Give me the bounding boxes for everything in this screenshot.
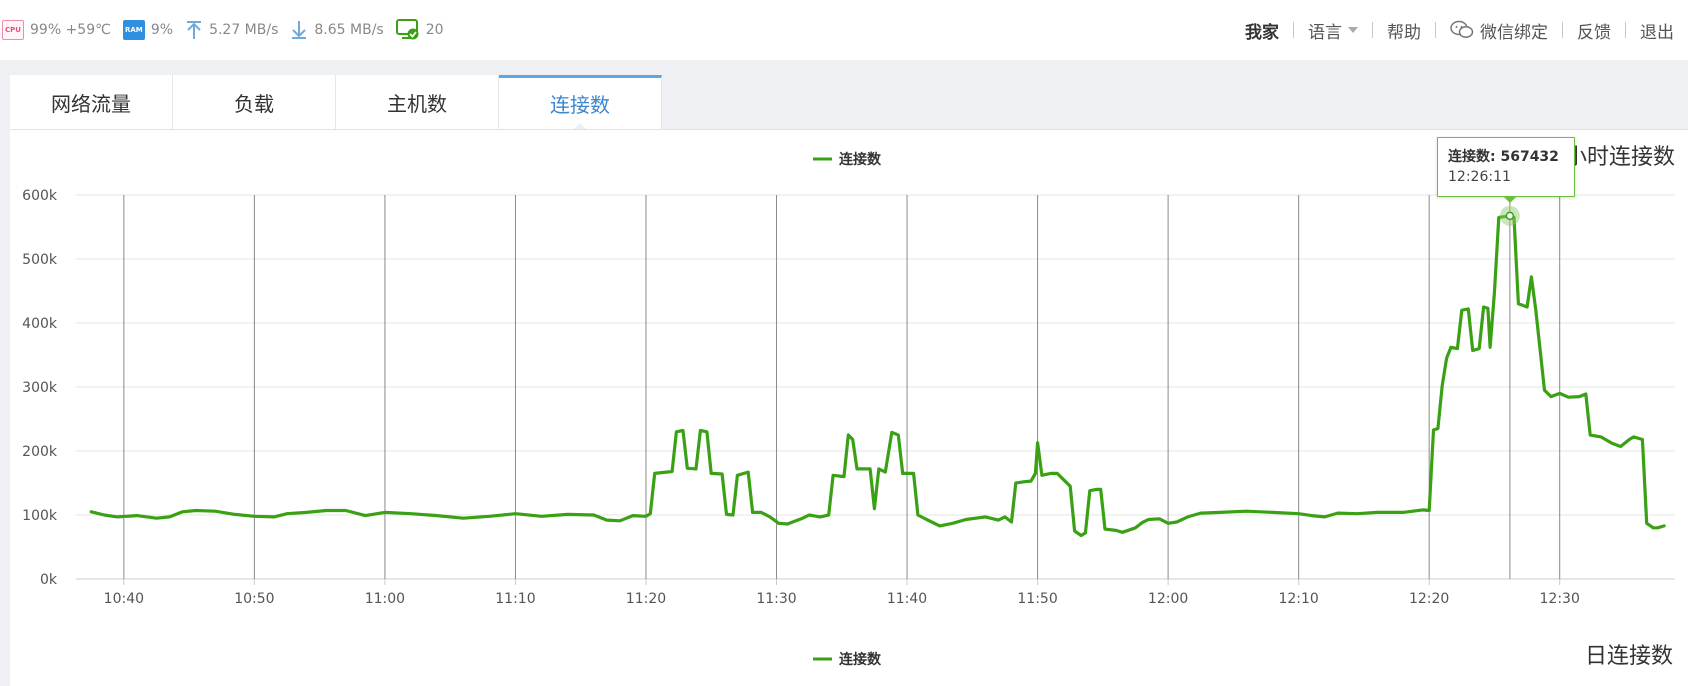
- y-tick-label: 200k: [22, 444, 58, 460]
- x-tick-label: 12:20: [1409, 591, 1449, 607]
- x-tick-label: 12:00: [1148, 591, 1188, 607]
- x-tick-label: 11:10: [495, 591, 535, 607]
- legend-label: 连接数: [839, 651, 882, 668]
- highlight-point[interactable]: [1505, 211, 1515, 221]
- series-line-connections: [89, 214, 1666, 538]
- vertical-gridlines: [123, 195, 1561, 585]
- legend-label: 连接数: [839, 151, 882, 168]
- x-axis-labels: 10:40 10:50 11:00 11:10 11:20 11:30 11:40 11:50…: [104, 591, 1580, 607]
- chart-tooltip: 连接数: 567432 12:26:11: [1437, 137, 1575, 197]
- y-tick-label: 500k: [22, 252, 58, 268]
- y-tick-label: 600k: [22, 188, 58, 204]
- y-tick-label: 400k: [22, 316, 58, 332]
- tooltip-value: 连接数: 567432: [1448, 149, 1559, 165]
- x-tick-label: 11:30: [756, 591, 796, 607]
- x-tick-label: 11:40: [887, 591, 927, 607]
- x-tick-label: 12:30: [1540, 591, 1580, 607]
- x-tick-label: 10:50: [234, 591, 274, 607]
- y-tick-label: 300k: [22, 380, 58, 396]
- y-tick-label: 0k: [40, 572, 58, 588]
- legend[interactable]: 连接数: [813, 151, 882, 168]
- x-tick-label: 12:10: [1278, 591, 1318, 607]
- tooltip-time: 12:26:11: [1448, 169, 1511, 185]
- connections-chart[interactable]: 0k 100k 200k 300k 400k 500k 600k 10:40 10:50 11:…: [0, 0, 1688, 685]
- legend-second-chart[interactable]: 连接数: [813, 651, 882, 668]
- y-axis-labels: 0k 100k 200k 300k 400k 500k 600k: [22, 188, 58, 588]
- hourly-chart-title: 小时连接数: [1565, 145, 1676, 170]
- x-tick-label: 11:20: [626, 591, 666, 607]
- y-tick-label: 100k: [22, 508, 58, 524]
- x-tick-label: 11:50: [1017, 591, 1057, 607]
- tooltip-pointer: [1503, 196, 1517, 203]
- x-tick-label: 11:00: [365, 591, 405, 607]
- horizontal-gridlines: [76, 194, 1675, 580]
- x-tick-label: 10:40: [104, 591, 144, 607]
- daily-chart-title: 日连接数: [1585, 644, 1674, 669]
